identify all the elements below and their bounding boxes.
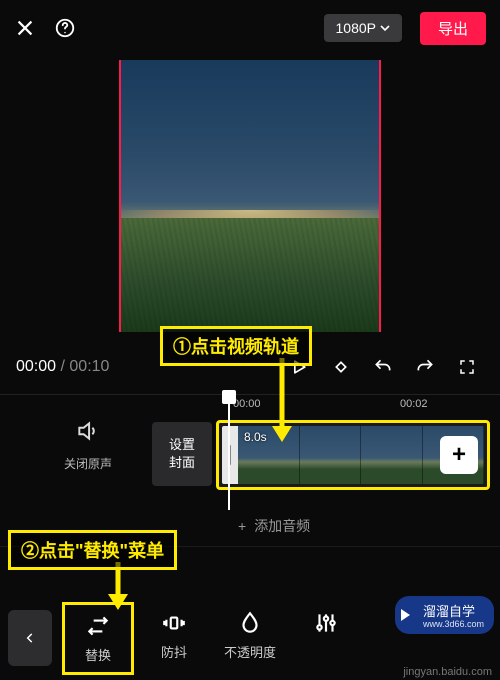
keyframe-button[interactable] [324,350,358,384]
clip-trim-handle-left[interactable] [222,426,238,484]
annotation-arrow-1 [270,358,294,444]
replace-icon [85,613,111,639]
add-audio-label: 添加音频 [254,516,310,536]
export-button[interactable]: 导出 [420,12,486,45]
mute-original-audio[interactable]: 关闭原声 [48,418,128,472]
chevron-down-icon [380,23,390,33]
adjust-icon [313,610,339,636]
help-button[interactable] [54,17,76,39]
video-clip[interactable]: 8.0s + [216,420,490,490]
tool-opacity[interactable]: 不透明度 [214,602,286,675]
watermark-source: jingyan.baidu.com [403,666,492,678]
ruler-tick: 00:02 [400,398,428,410]
mute-label: 关闭原声 [48,455,128,472]
playhead[interactable] [228,392,230,510]
time-current: 00:00 [16,358,56,375]
watermark-brand: 溜溜自学 www.3d66.com [395,596,494,634]
clip-duration: 8.0s [244,430,267,444]
speaker-icon [75,418,101,444]
add-clip-button[interactable]: + [440,436,478,474]
redo-button[interactable] [408,350,442,384]
opacity-icon [237,610,263,636]
tool-more[interactable] [290,602,362,675]
annotation-step1: ①点击视频轨道 [160,326,312,366]
time-total: 00:10 [69,358,109,375]
tool-replace[interactable]: 替换 [62,602,134,675]
tool-label: 替换 [85,645,111,664]
tool-label: 不透明度 [224,642,276,661]
fullscreen-button[interactable] [450,350,484,384]
undo-button[interactable] [366,350,400,384]
close-button[interactable] [14,17,36,39]
ruler-tick: 00:00 [233,398,261,410]
plus-icon: + [238,518,246,534]
resolution-label: 1080P [336,20,376,36]
annotation-step2: ②点击"替换"菜单 [8,530,177,570]
timecode: 00:00 / 00:10 [16,358,109,376]
video-preview-area [0,56,500,338]
video-preview[interactable] [119,60,381,332]
set-cover-button[interactable]: 设置 封面 [152,422,212,486]
stabilize-icon [161,610,187,636]
timeline-tracks: 关闭原声 设置 封面 8.0s + [0,418,500,508]
tool-stabilize[interactable]: 防抖 [138,602,210,675]
tool-label: 防抖 [161,642,187,661]
resolution-selector[interactable]: 1080P [324,14,402,42]
back-button[interactable] [8,610,52,666]
timeline-ruler[interactable]: 00:00 00:02 [0,394,500,418]
